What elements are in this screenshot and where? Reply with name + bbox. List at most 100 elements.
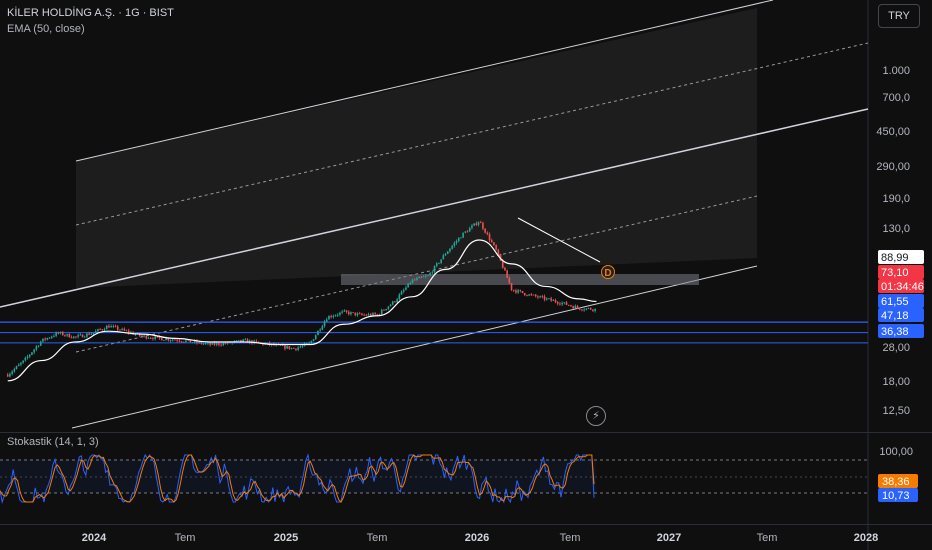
- price-badge-label: 47,18: [881, 310, 909, 322]
- candle: [317, 330, 319, 336]
- candle: [354, 312, 357, 317]
- price-badge-label: 36,38: [881, 326, 909, 338]
- stoch-tick-label: 100,00: [879, 446, 913, 458]
- stoch-legend[interactable]: Stokastik (14, 1, 3): [7, 436, 99, 448]
- candle: [143, 334, 145, 338]
- candle: [376, 313, 379, 316]
- candle: [581, 309, 583, 312]
- currency-button[interactable]: TRY: [878, 4, 920, 28]
- candle: [33, 348, 35, 355]
- candle: [462, 232, 464, 239]
- candle: [495, 244, 497, 251]
- candle: [545, 297, 548, 301]
- candle: [39, 340, 42, 347]
- candle: [539, 295, 541, 299]
- candle: [220, 343, 222, 347]
- candle: [537, 295, 539, 300]
- candle: [288, 346, 291, 350]
- candle: [352, 312, 354, 314]
- candle: [402, 288, 405, 294]
- candle: [127, 328, 130, 335]
- candle: [563, 302, 566, 305]
- stoch-badge-label: 38,36: [882, 476, 910, 488]
- candle: [570, 304, 572, 307]
- candle: [61, 331, 64, 336]
- candle: [550, 296, 552, 302]
- candle: [160, 337, 163, 341]
- candle: [574, 304, 577, 309]
- time-tick-label: 2026: [465, 532, 489, 544]
- lightning-icon[interactable]: ⚡: [586, 406, 606, 426]
- candle: [35, 345, 38, 352]
- candle: [510, 283, 513, 292]
- candle: [77, 333, 79, 339]
- candle: [572, 305, 574, 309]
- candle: [163, 339, 165, 341]
- chart-canvas[interactable]: D 1.000700,0450,00290,00190,0130,028,001…: [0, 0, 932, 550]
- candle: [321, 324, 324, 331]
- price-tick-label: 28,00: [882, 342, 910, 354]
- price-axis[interactable]: 1.000 700,0 450,00 290,00 190,0 130,0 28,00 18,…: [876, 65, 924, 417]
- price-badge-label: 88,99: [881, 252, 909, 264]
- price-badge: 36,38: [878, 324, 924, 338]
- time-tick-label: Tem: [175, 532, 196, 544]
- candle: [526, 294, 528, 297]
- candle: [28, 354, 31, 359]
- candle: [121, 327, 123, 331]
- symbol-title[interactable]: KİLER HOLDİNG A.Ş. · 1G · BIST: [7, 7, 174, 19]
- candle: [112, 324, 115, 329]
- candle: [94, 329, 97, 333]
- candle: [79, 333, 82, 336]
- candle: [290, 347, 293, 350]
- candle: [99, 327, 101, 330]
- candle: [385, 308, 387, 311]
- candle: [244, 337, 247, 341]
- price-tick-label: 1.000: [882, 65, 910, 77]
- candle: [583, 307, 585, 312]
- price-badge: 47,18: [878, 308, 924, 322]
- candle: [110, 324, 112, 328]
- candle: [237, 339, 240, 341]
- candle: [578, 307, 581, 311]
- candle: [75, 336, 77, 339]
- candle: [365, 313, 368, 316]
- candle: [407, 283, 409, 288]
- stoch-badge: 10,73: [878, 488, 918, 502]
- candle: [308, 341, 310, 345]
- candle: [50, 335, 53, 340]
- candle: [405, 285, 407, 291]
- price-tick-label: 130,0: [882, 223, 910, 235]
- candle: [556, 301, 559, 306]
- candle: [295, 348, 297, 352]
- candle: [64, 334, 66, 337]
- channel-shade: [76, 8, 757, 288]
- candle: [314, 334, 317, 340]
- ema-legend[interactable]: EMA (50, close): [7, 23, 85, 35]
- candle: [323, 319, 326, 328]
- candle: [554, 298, 557, 304]
- candle: [218, 342, 220, 347]
- regression-channel[interactable]: [0, 0, 869, 429]
- candle: [530, 292, 533, 297]
- channel-lower-line: [71, 265, 758, 429]
- candle: [383, 309, 385, 311]
- candle: [325, 317, 328, 322]
- candle: [6, 372, 9, 378]
- candle: [374, 311, 376, 316]
- candle: [9, 372, 11, 378]
- candle: [46, 337, 49, 341]
- candle: [515, 288, 517, 295]
- candle: [565, 300, 568, 306]
- candle: [361, 312, 363, 316]
- candle: [22, 360, 24, 364]
- candle: [20, 361, 22, 367]
- support-zone[interactable]: [341, 274, 699, 285]
- time-axis[interactable]: 2024 Tem 2025 Tem 2026 Tem 2027 Tem 2028: [82, 532, 878, 544]
- time-tick-label: 2025: [274, 532, 298, 544]
- candle: [400, 290, 403, 295]
- stochastic-pane[interactable]: [0, 453, 868, 504]
- candle: [70, 335, 73, 339]
- candle: [548, 297, 550, 300]
- candle: [398, 293, 401, 301]
- candle: [185, 339, 187, 343]
